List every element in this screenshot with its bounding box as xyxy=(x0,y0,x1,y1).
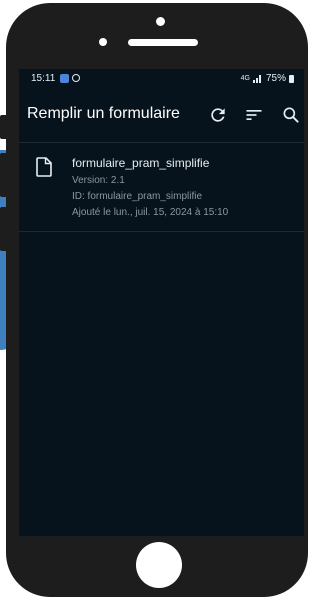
form-name: formulaire_pram_simplifie xyxy=(72,156,210,170)
status-time: 15:11 xyxy=(31,73,56,84)
status-right: 4G 75% xyxy=(241,73,294,84)
status-bar: 15:11 4G 75% xyxy=(19,69,304,87)
battery-icon xyxy=(289,74,294,83)
sync-icon xyxy=(72,74,80,82)
phone-sensor xyxy=(99,38,107,46)
phone-volume-up xyxy=(0,153,6,197)
document-icon xyxy=(36,157,52,177)
signal-icon xyxy=(252,74,263,83)
search-icon[interactable] xyxy=(281,105,301,125)
battery-percent: 75% xyxy=(265,73,286,84)
list-divider xyxy=(19,231,304,232)
form-id: ID: formulaire_pram_simplifie xyxy=(72,191,203,202)
app-bar: Remplir un formulaire xyxy=(19,87,304,143)
app-screen: 15:11 4G 75% Remplir un formulaire formu… xyxy=(19,69,304,536)
front-camera xyxy=(156,17,165,26)
home-button[interactable] xyxy=(136,542,182,588)
refresh-icon[interactable] xyxy=(208,105,228,125)
form-version: Version: 2.1 xyxy=(72,175,125,186)
app-bar-divider xyxy=(19,142,304,143)
form-added-date: Ajouté le lun., juil. 15, 2024 à 15:10 xyxy=(72,207,229,218)
earpiece-speaker xyxy=(128,39,198,46)
page-title: Remplir un formulaire xyxy=(27,105,180,122)
phone-side-button xyxy=(0,115,6,139)
notification-app-icon xyxy=(60,74,69,83)
sort-icon[interactable] xyxy=(244,105,264,125)
phone-volume-down xyxy=(0,207,6,251)
network-label: 4G xyxy=(240,75,250,82)
form-list-item[interactable]: formulaire_pram_simplifie Version: 2.1 I… xyxy=(19,144,304,232)
